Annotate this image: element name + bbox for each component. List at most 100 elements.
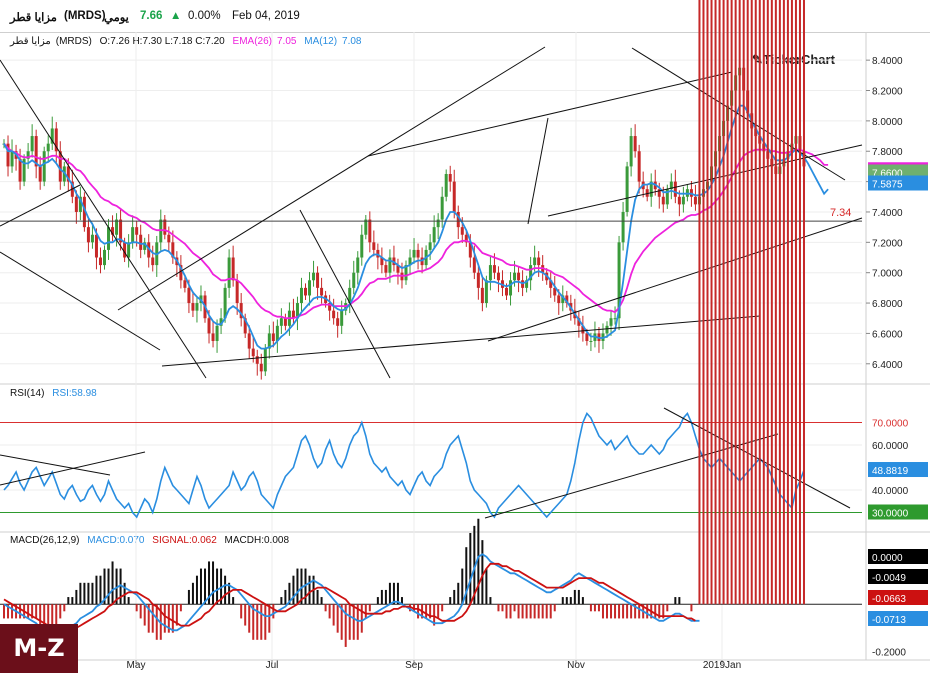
x-tick-label: Jul — [266, 660, 279, 671]
candle-body — [271, 333, 275, 342]
candle-body — [476, 272, 480, 288]
candle-body — [299, 287, 303, 304]
candle-body — [42, 151, 46, 182]
candle-body — [320, 287, 324, 296]
candle-body — [681, 196, 685, 205]
price-tick-label: 7.4000 — [872, 208, 903, 219]
trendline — [0, 59, 207, 379]
candle-body — [460, 227, 464, 235]
price-tick-label: 8.2000 — [872, 87, 903, 98]
macd-value-tag-text: -0.0713 — [872, 615, 906, 626]
rsi-value-tag-text: 70.0000 — [872, 419, 909, 430]
candle-body — [693, 196, 697, 205]
candle-body — [316, 272, 320, 288]
candle-body — [107, 227, 111, 250]
candle-body — [86, 227, 90, 243]
rsi-value-tag-text: 48.8819 — [872, 466, 909, 477]
trendline — [299, 209, 391, 379]
price-tick-label: 7.8000 — [872, 147, 903, 158]
x-tick-label: Sep — [405, 660, 423, 671]
candle-body — [183, 280, 187, 288]
candle-body — [412, 249, 416, 258]
candle-body — [384, 265, 388, 273]
candle-body — [167, 234, 171, 243]
candle-body — [46, 143, 50, 152]
candle-body — [633, 136, 637, 152]
candle-body — [30, 136, 34, 152]
candle-body — [613, 318, 617, 320]
price-tick-label: 7.0000 — [872, 269, 903, 280]
candle-body — [18, 158, 22, 182]
candle-body — [283, 318, 287, 326]
candle-body — [452, 181, 456, 212]
candle-body — [139, 234, 143, 250]
price-tick-label: 8.4000 — [872, 56, 903, 67]
candle-body — [585, 333, 589, 342]
candle-body — [103, 249, 106, 266]
chart-svg[interactable]: 7.34 8.40008.20008.00007.80007.60007.400… — [0, 0, 930, 673]
candle-body — [488, 265, 492, 281]
candle-body — [304, 287, 307, 296]
macd-tick-label: -0.2000 — [872, 648, 906, 659]
trendline — [161, 315, 761, 367]
candle-body — [621, 211, 625, 243]
candle-body — [480, 287, 484, 304]
macd-line — [3, 553, 700, 639]
x-tick-label: May — [127, 660, 146, 671]
candle-body — [432, 227, 436, 243]
candle-body — [135, 227, 139, 235]
rsi-tick-label: 60.0000 — [872, 441, 909, 452]
candle-body — [195, 303, 199, 311]
macd-value-tag-text: -0.0663 — [872, 594, 906, 605]
candle-body — [340, 310, 344, 326]
candle-body — [163, 219, 167, 235]
candle-body — [336, 318, 340, 326]
candle-body — [187, 287, 191, 304]
trendline — [527, 117, 549, 225]
ma12-line — [3, 104, 829, 350]
candle-body — [131, 227, 135, 243]
candle-body — [255, 356, 259, 364]
rsi-value-tag-text: 30.0000 — [872, 509, 909, 520]
candle-body — [364, 219, 368, 235]
candle-body — [509, 280, 513, 296]
candle-body — [440, 196, 444, 220]
candle-body — [484, 280, 488, 304]
candle-body — [496, 272, 500, 281]
candle-body — [589, 341, 593, 343]
candle-body — [428, 242, 432, 250]
price-tick-label: 6.6000 — [872, 329, 903, 340]
candle-body — [372, 242, 376, 250]
candle-body — [416, 249, 420, 258]
candle-body — [605, 325, 609, 334]
candle-body — [308, 280, 312, 296]
candle-body — [263, 348, 267, 372]
candle-body — [235, 280, 239, 304]
trendline — [487, 217, 863, 342]
support-label: 7.34 — [830, 207, 851, 219]
candle-body — [211, 333, 215, 342]
candle-body — [207, 318, 211, 334]
price-panel: 7.34 — [0, 46, 863, 380]
price-tick-label: 7.2000 — [872, 238, 903, 249]
candle-body — [259, 363, 263, 372]
candle-body — [231, 257, 235, 281]
mz-logo: M-Z — [0, 624, 78, 673]
candle-body — [368, 219, 372, 243]
candle-body — [677, 196, 681, 205]
candle-body — [74, 196, 78, 212]
candle-body — [94, 234, 98, 258]
candle-body — [38, 166, 42, 182]
trendline — [547, 144, 863, 217]
candle-body — [517, 272, 521, 281]
candle-body — [98, 257, 102, 266]
candle-body — [191, 303, 195, 311]
price-value-tag-text: 7.5875 — [872, 179, 903, 190]
rsi-line — [3, 412, 805, 519]
candle-body — [609, 318, 613, 326]
rsi-tick-label: 40.0000 — [872, 486, 909, 497]
candle-body — [448, 174, 452, 182]
candle-body — [505, 287, 508, 296]
grid — [0, 32, 930, 661]
candle-body — [557, 295, 561, 304]
